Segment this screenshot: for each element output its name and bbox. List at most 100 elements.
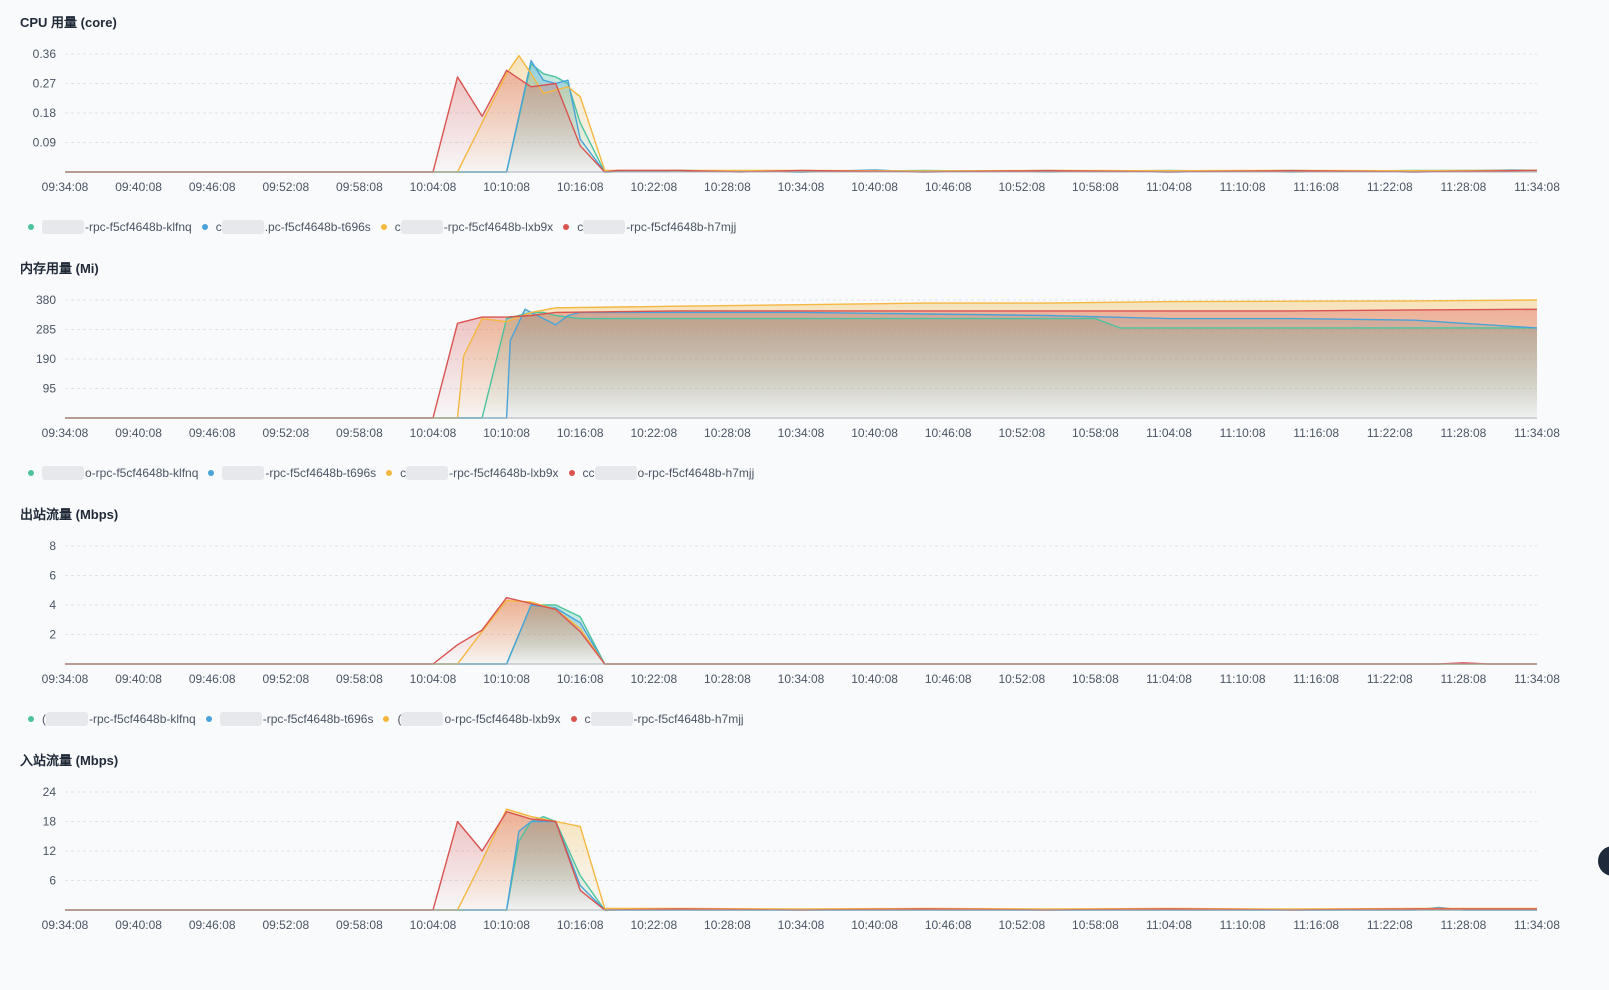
x-tick-label: 10:04:08	[410, 180, 457, 194]
x-tick-label: 09:58:08	[336, 918, 383, 932]
x-tick-label: 11:10:08	[1220, 672, 1266, 686]
legend-item[interactable]: -rpc-f5cf4648b-klfnq	[28, 220, 192, 234]
x-tick-label: 11:28:08	[1440, 426, 1486, 440]
x-tick-label: 09:40:08	[115, 180, 162, 194]
series-line-3[interactable]	[65, 596, 1537, 665]
legend-label: -rpc-f5cf4648b-h7mjj	[633, 712, 744, 726]
redacted-mask	[42, 466, 84, 480]
x-tick-label: 10:52:08	[998, 426, 1045, 440]
legend-item[interactable]: (-rpc-f5cf4648b-klfnq	[28, 712, 196, 726]
x-tick-label: 11:22:08	[1367, 918, 1413, 932]
x-tick-label: 10:10:08	[483, 672, 530, 686]
x-tick-label: 09:58:08	[336, 180, 383, 194]
x-tick-label: 11:34:08	[1514, 918, 1560, 932]
y-tick-label: 0.18	[33, 106, 57, 120]
x-tick-label: 11:04:08	[1146, 426, 1192, 440]
legend-dot-icon	[380, 224, 387, 230]
legend-item[interactable]: o-rpc-f5cf4648b-klfnq	[28, 466, 198, 480]
series-line-1[interactable]	[65, 604, 1537, 665]
redacted-mask	[401, 712, 444, 726]
x-tick-label: 10:10:08	[483, 180, 530, 194]
legend-item[interactable]: c -rpc-f5cf4648b-lxb9x	[380, 220, 553, 234]
legend-item[interactable]: c -rpc-f5cf4648b-h7mjj	[563, 220, 736, 234]
legend-label: -rpc-f5cf4648b-klfnq	[85, 220, 192, 234]
x-tick-label: 09:52:08	[262, 672, 309, 686]
x-tick-label: 10:22:08	[630, 426, 677, 440]
series-line-2[interactable]	[65, 808, 1537, 911]
y-tick-label: 12	[43, 844, 57, 858]
series-line-1[interactable]	[65, 59, 1538, 173]
redacted-mask	[46, 712, 88, 726]
series-area-2	[65, 600, 1537, 664]
y-tick-label: 190	[36, 352, 56, 366]
x-tick-label: 10:58:08	[1072, 672, 1119, 686]
legend-dot-icon	[28, 224, 34, 230]
series-area-2	[65, 55, 1537, 172]
y-tick-label: 285	[36, 323, 56, 337]
x-tick-label: 10:28:08	[704, 918, 751, 932]
chart-legend: o-rpc-f5cf4648b-klfnq -rpc-f5cf4648b-t696…	[28, 464, 764, 482]
x-tick-label: 11:28:08	[1440, 918, 1486, 932]
series-area-3	[65, 597, 1537, 664]
legend-item[interactable]: -rpc-f5cf4648b-t696s	[205, 712, 373, 726]
legend-prefix: c	[584, 712, 591, 726]
legend-item[interactable]: c -rpc-f5cf4648b-lxb9x	[386, 466, 559, 480]
x-tick-label: 11:16:08	[1293, 180, 1339, 194]
series-line-0[interactable]	[65, 815, 1537, 911]
y-tick-label: 0.09	[33, 136, 57, 150]
y-tick-label: 2	[49, 628, 56, 642]
y-tick-label: 380	[36, 293, 56, 307]
x-tick-label: 09:46:08	[189, 918, 236, 932]
redacted-mask	[221, 220, 264, 234]
x-tick-label: 11:28:08	[1440, 180, 1486, 194]
series-line-3[interactable]	[65, 811, 1537, 911]
x-tick-label: 10:22:08	[630, 180, 677, 194]
legend-dot-icon	[568, 470, 575, 476]
legend-item[interactable]: cc o-rpc-f5cf4648b-h7mjj	[568, 466, 754, 480]
legend-item[interactable]: (o-rpc-f5cf4648b-lxb9x	[383, 712, 561, 726]
series-line-1[interactable]	[65, 820, 1537, 911]
x-tick-label: 11:16:08	[1293, 918, 1339, 932]
x-tick-label: 11:22:08	[1367, 672, 1413, 686]
series-area-3	[65, 70, 1537, 172]
x-tick-label: 10:58:08	[1072, 180, 1119, 194]
memory-usage-chart: 380 285 190 95 09:34:08 09:40:08 09:46:08 09:52…	[36, 293, 1560, 440]
x-tick-label: 11:34:08	[1514, 426, 1560, 440]
redacted-mask	[406, 466, 449, 480]
series-area-3	[65, 309, 1537, 418]
x-tick-label: 11:34:08	[1514, 180, 1560, 194]
x-tick-label: 09:40:08	[115, 918, 162, 932]
x-tick-label: 10:16:08	[557, 672, 604, 686]
x-tick-label: 10:58:08	[1072, 426, 1119, 440]
series-line-2[interactable]	[65, 599, 1537, 665]
series-line-0[interactable]	[65, 63, 1537, 173]
series-line-3[interactable]	[65, 69, 1538, 173]
series-area-0	[65, 63, 1537, 172]
y-tick-label: 24	[43, 785, 57, 799]
redacted-mask	[400, 220, 443, 234]
y-tick-label: 0.27	[33, 77, 57, 91]
series-line-2[interactable]	[65, 54, 1538, 173]
legend-dot-icon	[386, 470, 393, 476]
x-tick-label: 11:28:08	[1440, 672, 1486, 686]
legend-item[interactable]: c .pc-f5cf4648b-t696s	[201, 220, 371, 234]
series-area-1	[65, 605, 1537, 664]
legend-item[interactable]: -rpc-f5cf4648b-t696s	[208, 466, 376, 480]
redacted-mask	[590, 712, 633, 726]
legend-label: -rpc-f5cf4648b-lxb9x	[449, 466, 559, 480]
cpu-usage-chart: 0.36 0.27 0.18 0.09 09:34:08 09:40:08 09:46:08…	[33, 47, 1561, 194]
series-line-0[interactable]	[65, 604, 1537, 665]
legend-item[interactable]: c -rpc-f5cf4648b-h7mjj	[570, 712, 744, 726]
x-tick-label: 10:46:08	[925, 426, 972, 440]
x-tick-label: 09:34:08	[42, 426, 89, 440]
x-tick-label: 10:34:08	[778, 918, 825, 932]
x-tick-label: 11:16:08	[1293, 426, 1339, 440]
legend-label: o-rpc-f5cf4648b-lxb9x	[444, 712, 561, 726]
legend-label: -rpc-f5cf4648b-h7mjj	[626, 220, 737, 234]
x-tick-label: 09:34:08	[42, 918, 89, 932]
x-tick-label: 11:22:08	[1367, 180, 1413, 194]
outbound-traffic-panel: 出站流量 (Mbps) 8 6 4 2 09:34:08 09:40:08 09:46:08…	[0, 492, 1609, 744]
x-tick-label: 10:04:08	[410, 918, 457, 932]
series-area-1	[65, 60, 1537, 172]
x-tick-label: 10:16:08	[557, 426, 604, 440]
